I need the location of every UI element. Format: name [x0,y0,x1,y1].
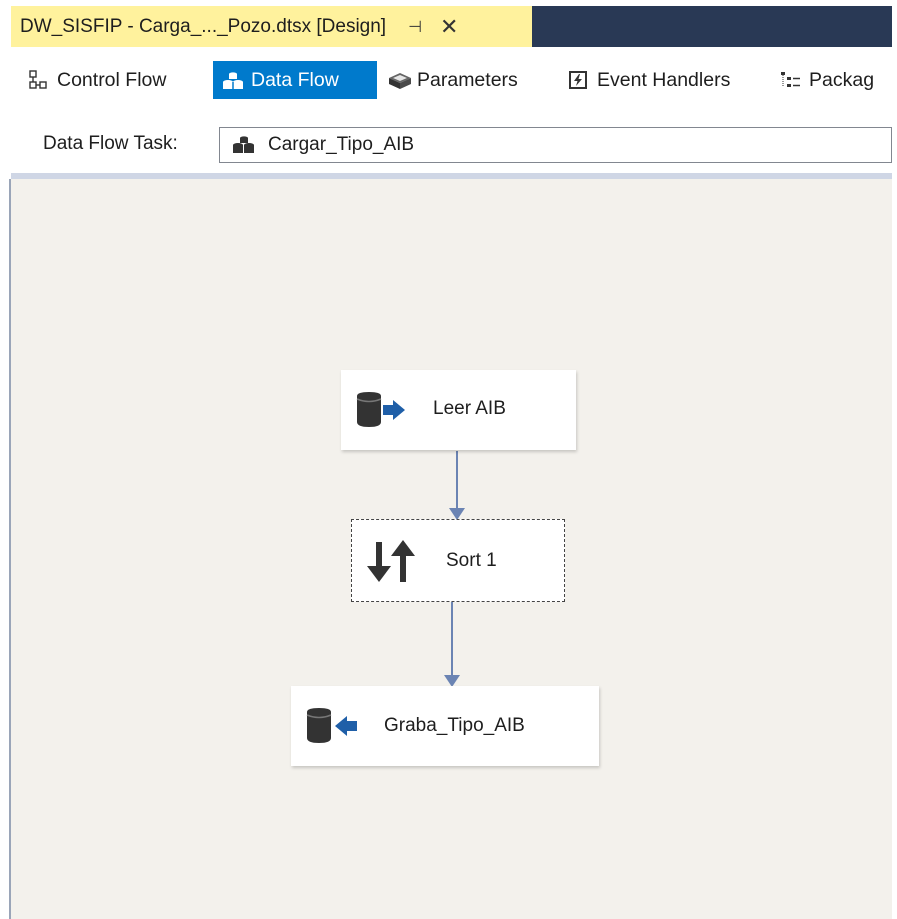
component-sort-1[interactable]: Sort 1 [351,519,565,602]
tab-event-handlers-label: Event Handlers [597,68,731,91]
destination-icon [303,706,361,746]
tab-package-explorer[interactable]: Packag [779,61,874,99]
designer-header: Control Flow Data Flow Parameters Event … [11,47,892,173]
pin-icon[interactable]: ⊣ [408,17,422,37]
document-tab[interactable]: DW_SISFIP - Carga_..._Pozo.dtsx [Design]… [11,6,532,47]
component-leer-aib-label: Leer AIB [433,398,506,419]
data-flow-task-label: Data Flow Task: [43,133,178,154]
tab-package-explorer-label: Packag [809,68,875,91]
package-explorer-icon [779,69,801,91]
component-graba-tipo-aib[interactable]: Graba_Tipo_AIB [291,686,599,766]
sort-icon [364,538,420,584]
data-flow-task-icon [230,134,258,156]
component-sort-1-label: Sort 1 [446,550,497,571]
component-graba-tipo-aib-label: Graba_Tipo_AIB [384,715,525,736]
document-tab-strip: DW_SISFIP - Carga_..._Pozo.dtsx [Design]… [0,0,897,47]
source-icon [353,390,411,430]
data-flow-task-value: Cargar_Tipo_AIB [268,134,415,155]
data-flow-task-select[interactable]: Cargar_Tipo_AIB [219,127,892,163]
data-flow-canvas[interactable]: Leer AIB Sort 1 Graba_Tipo_AIB [11,179,892,919]
component-leer-aib[interactable]: Leer AIB [341,370,576,450]
tab-control-flow-label: Control Flow [57,68,167,91]
parameters-icon [387,69,411,91]
tab-parameters-label: Parameters [417,68,518,91]
tab-parameters[interactable]: Parameters [387,61,518,99]
tab-event-handlers[interactable]: Event Handlers [567,61,730,99]
close-icon[interactable]: ✕ [440,15,458,38]
tab-data-flow[interactable]: Data Flow [213,61,377,99]
control-flow-icon [27,69,49,91]
data-flow-icon [221,69,243,91]
tab-strip-background [532,6,892,47]
tab-control-flow[interactable]: Control Flow [27,61,166,99]
document-tab-title: DW_SISFIP - Carga_..._Pozo.dtsx [Design] [20,15,387,37]
window-right-edge [892,0,897,919]
tab-data-flow-label: Data Flow [251,68,339,91]
event-handlers-icon [567,69,589,91]
